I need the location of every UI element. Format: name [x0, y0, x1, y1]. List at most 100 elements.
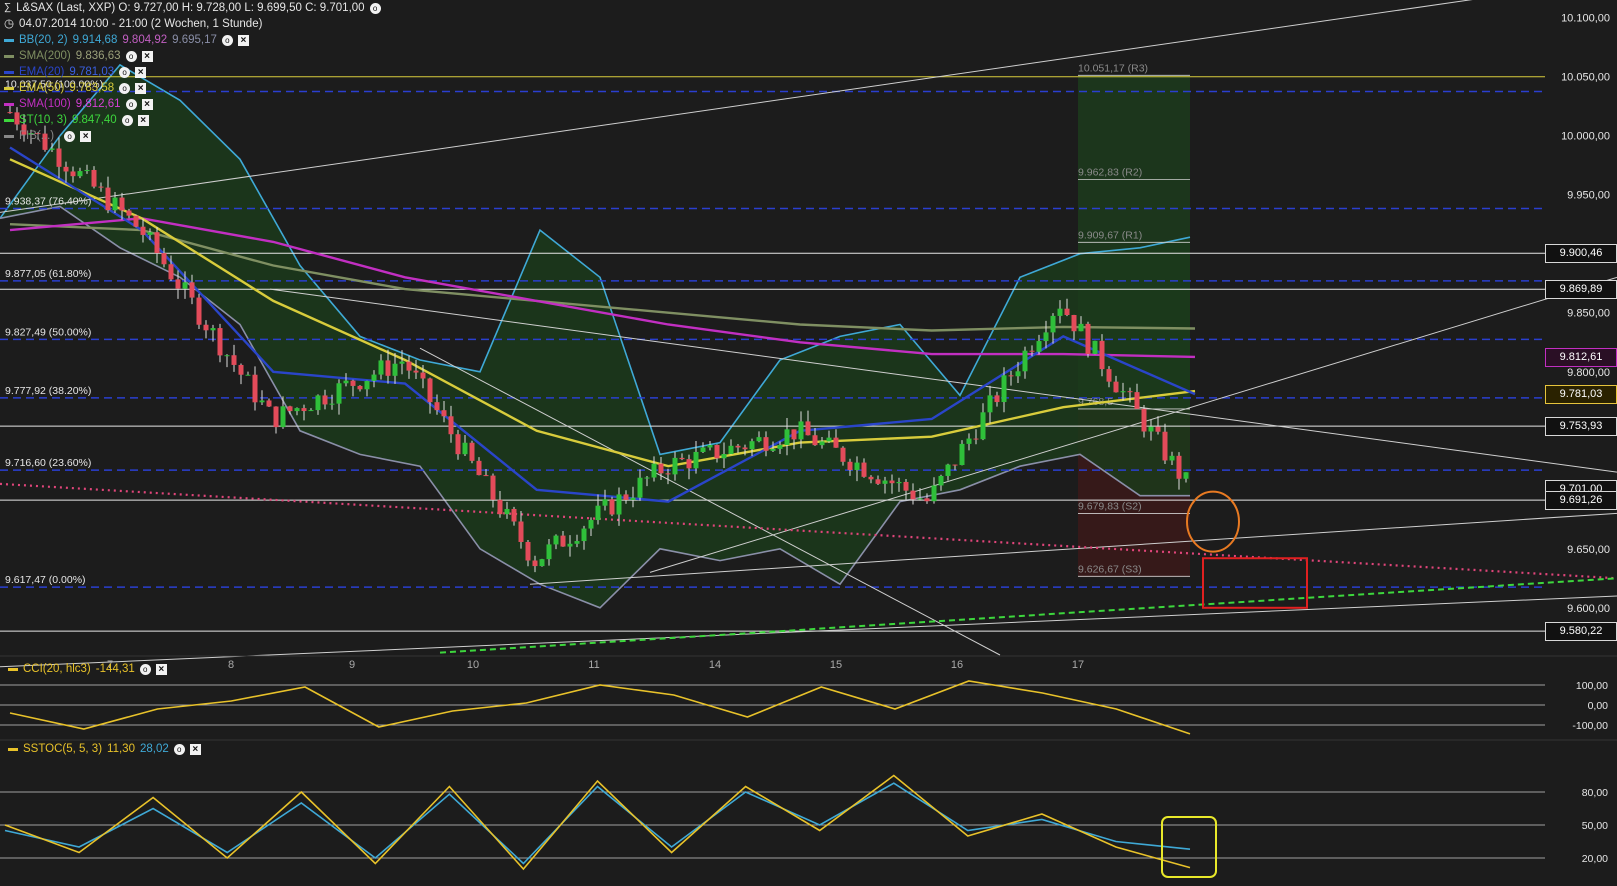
- indicator-close-icon[interactable]: ×: [135, 66, 147, 78]
- indicator-close-icon[interactable]: ×: [137, 114, 149, 126]
- price-marker-box: 9.691,26: [1545, 491, 1617, 511]
- candle-body: [350, 380, 356, 386]
- candle-body: [966, 438, 972, 444]
- candle-body: [140, 226, 146, 235]
- candle-body: [574, 541, 580, 544]
- settings-icon[interactable]: o: [369, 2, 381, 14]
- candle-body: [525, 541, 531, 561]
- indicator-row: EMA(50) 9.783,58 o ×: [4, 80, 381, 96]
- indicator-settings-icon[interactable]: o: [119, 82, 131, 94]
- candle-body: [875, 479, 881, 484]
- cci-settings-icon[interactable]: o: [139, 663, 151, 675]
- candle-body: [616, 494, 622, 515]
- candle-body: [868, 476, 874, 480]
- time-axis-label: 17: [1072, 659, 1084, 671]
- indicator-close-icon[interactable]: ×: [141, 50, 153, 62]
- cci-line: [9, 680, 1191, 735]
- chart-window: 10.037,50 (100.00%) 9.938,37 (76.40%) 9.87…: [0, 0, 1617, 886]
- candle-body: [518, 521, 524, 542]
- candle-body: [623, 494, 629, 500]
- sstoc-swatch: [8, 747, 18, 751]
- indicator-label: EMA(20): [19, 66, 65, 78]
- candle-body: [343, 380, 349, 384]
- candle-body: [490, 475, 496, 500]
- indicator-label: EMA(50): [19, 82, 65, 94]
- indicator-close-icon[interactable]: ×: [135, 82, 147, 94]
- indicator-close-icon[interactable]: ×: [80, 130, 92, 142]
- candle-body: [413, 370, 419, 373]
- candle-body: [714, 445, 720, 459]
- candle-body: [658, 463, 664, 474]
- sstoc-close-icon[interactable]: ×: [189, 743, 201, 755]
- sstoc-tick-label: 50,00: [1582, 820, 1608, 832]
- price-marker-box: 9.869,89: [1545, 280, 1617, 300]
- candle-body: [406, 361, 412, 371]
- candle-body: [609, 499, 615, 515]
- fib-level-label: 9.827,49 (50.00%): [5, 326, 91, 338]
- chart-icon: ∑: [4, 2, 12, 13]
- chart-legend: ∑ L&SAX (Last, XXP) O: 9.727,00 H: 9.728…: [4, 0, 381, 144]
- candle-body: [707, 445, 713, 448]
- candle-body: [728, 445, 734, 455]
- candle-body: [1155, 426, 1161, 432]
- candle-body: [882, 480, 888, 484]
- candle-body: [210, 328, 216, 331]
- price-axis-tick: 9.600,00: [1567, 603, 1610, 615]
- cci-tick-label: -100,00: [1572, 720, 1608, 732]
- pivot-label: 9.626,67 (S3): [1078, 563, 1142, 575]
- indicator-settings-icon[interactable]: o: [221, 34, 233, 46]
- candle-body: [259, 400, 265, 403]
- candle-body: [1113, 381, 1119, 393]
- candle-body: [336, 383, 342, 404]
- candle-body: [231, 355, 237, 365]
- indicator-value: 9.783,58: [69, 82, 115, 94]
- range-line: ◷ 04.07.2014 10:00 - 21:00 (2 Wochen, 1 …: [4, 16, 381, 32]
- sstoc-tick-label: 80,00: [1582, 787, 1608, 799]
- candle-body: [1064, 308, 1070, 316]
- candle-body: [175, 279, 181, 289]
- sstoc-title: SSTOC(5, 5, 3): [23, 743, 103, 755]
- candle-body: [847, 461, 853, 471]
- candle-body: [245, 374, 251, 376]
- indicator-settings-icon[interactable]: o: [125, 50, 137, 62]
- sstoc-settings-icon[interactable]: o: [173, 743, 185, 755]
- candle-body: [546, 544, 552, 560]
- indicator-label: ST(10, 3): [19, 114, 67, 126]
- candle-body: [560, 535, 566, 547]
- indicator-swatch: [4, 86, 14, 90]
- indicator-close-icon[interactable]: ×: [237, 34, 249, 46]
- candle-body: [469, 442, 475, 461]
- candle-body: [1120, 391, 1126, 393]
- fib-level-label: 9.716,60 (23.60%): [5, 457, 91, 469]
- candle-body: [56, 148, 62, 167]
- candle-body: [371, 374, 377, 381]
- indicator-swatch: [4, 134, 14, 138]
- cci-close-icon[interactable]: ×: [155, 663, 167, 675]
- indicator-settings-icon[interactable]: o: [64, 130, 76, 142]
- candle-body: [357, 385, 363, 390]
- indicator-swatch: [4, 54, 14, 58]
- indicator-settings-icon[interactable]: o: [121, 114, 133, 126]
- indicator-close-icon[interactable]: ×: [141, 98, 153, 110]
- candle-body: [182, 282, 188, 289]
- fib-level-label: 9.617,47 (0.00%): [5, 574, 86, 586]
- indicator-value: 9.836,63: [75, 50, 121, 62]
- candle-body: [770, 448, 776, 451]
- indicator-value: 9.695,17: [172, 34, 217, 46]
- candle-body: [266, 400, 272, 407]
- candle-body: [189, 282, 195, 298]
- candle-body: [1141, 408, 1147, 432]
- candle-body: [742, 447, 748, 450]
- indicator-settings-icon[interactable]: o: [125, 98, 137, 110]
- cci-title: CCI(20, hlc3): [23, 663, 91, 675]
- indicator-row: EMA(20) 9.781,03 o ×: [4, 64, 381, 80]
- candle-body: [203, 324, 209, 331]
- candle-body: [644, 477, 650, 479]
- time-axis-label: 9: [349, 659, 355, 671]
- candle-body: [686, 459, 692, 469]
- time-axis-label: 11: [588, 659, 599, 671]
- price-axis-tick: 9.850,00: [1567, 308, 1610, 320]
- sstoc-d-value: 28,02: [139, 743, 169, 755]
- indicator-settings-icon[interactable]: o: [119, 66, 131, 78]
- candle-body: [280, 406, 286, 428]
